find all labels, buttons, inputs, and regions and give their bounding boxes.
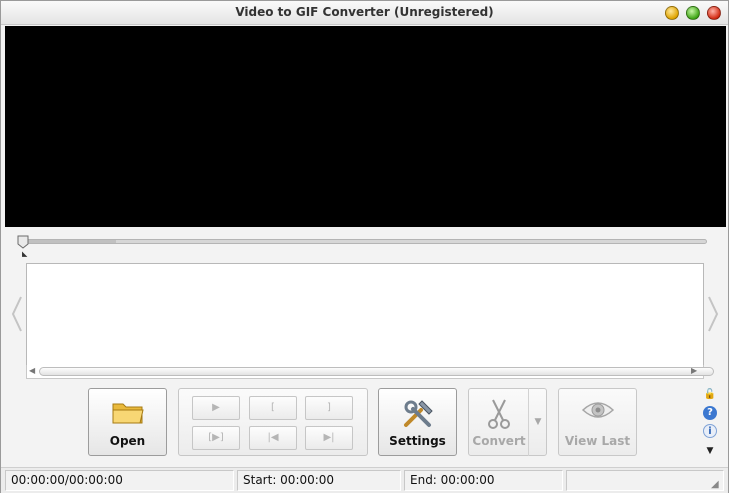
chevron-left-icon[interactable] xyxy=(11,296,23,332)
seek-progress xyxy=(22,240,116,243)
open-button[interactable]: Open xyxy=(88,388,167,456)
go-to-end-button[interactable]: ▶| xyxy=(305,426,353,450)
scroll-left-icon[interactable]: ◀ xyxy=(29,366,35,375)
resize-grip-icon[interactable]: ◢ xyxy=(711,479,719,490)
window-title: Video to GIF Converter (Unregistered) xyxy=(235,5,494,19)
play-selection-button[interactable]: [▶] xyxy=(192,426,240,450)
help-icon[interactable]: ? xyxy=(703,406,717,420)
eye-icon xyxy=(581,402,614,418)
position-status: 00:00:00/00:00:00 xyxy=(5,470,234,491)
minimize-button[interactable] xyxy=(665,6,679,20)
status-bar: 00:00:00/00:00:00 Start: 00:00:00 End: 0… xyxy=(1,467,728,493)
go-to-start-button[interactable]: |◀ xyxy=(249,426,297,450)
open-button-label: Open xyxy=(109,434,146,448)
scissors-icon xyxy=(488,399,510,429)
view-last-button-label: View Last xyxy=(564,434,631,448)
app-window: Video to GIF Converter (Unregistered) ◣ … xyxy=(0,0,729,493)
chevron-right-icon[interactable] xyxy=(707,296,719,332)
seek-start-marker: ◣ xyxy=(22,250,28,258)
settings-button[interactable]: Settings xyxy=(378,388,457,456)
convert-dropdown-button[interactable]: ▼ xyxy=(528,388,547,456)
more-menu-icon[interactable]: ▼ xyxy=(703,444,717,458)
mark-start-button[interactable]: [ xyxy=(249,396,297,420)
seek-thumb-icon[interactable] xyxy=(17,235,29,249)
scrollbar-thumb[interactable] xyxy=(39,367,714,376)
extra-status xyxy=(566,470,724,491)
video-preview[interactable] xyxy=(5,26,726,227)
tools-icon xyxy=(403,400,433,427)
end-status: End: 00:00:00 xyxy=(404,470,563,491)
close-button[interactable] xyxy=(707,6,721,20)
playback-controls: ▶ [ ] [▶] |◀ ▶| xyxy=(178,388,368,456)
title-bar[interactable]: Video to GIF Converter (Unregistered) xyxy=(1,1,728,25)
play-button[interactable]: ▶ xyxy=(192,396,240,420)
mark-end-button[interactable]: ] xyxy=(305,396,353,420)
view-last-button[interactable]: View Last xyxy=(558,388,637,456)
frame-strip-scrollbar[interactable]: ◀ ▶ xyxy=(26,365,714,379)
start-status: Start: 00:00:00 xyxy=(237,470,401,491)
seek-track[interactable] xyxy=(21,239,707,244)
frame-strip[interactable] xyxy=(26,263,704,366)
info-icon[interactable]: i xyxy=(703,424,717,438)
scroll-right-icon[interactable]: ▶ xyxy=(691,366,697,375)
convert-button-label: Convert xyxy=(472,434,526,448)
maximize-button[interactable] xyxy=(686,6,700,20)
settings-button-label: Settings xyxy=(389,434,446,448)
folder-icon xyxy=(112,403,144,424)
unlock-icon[interactable]: 🔓 xyxy=(703,388,717,402)
